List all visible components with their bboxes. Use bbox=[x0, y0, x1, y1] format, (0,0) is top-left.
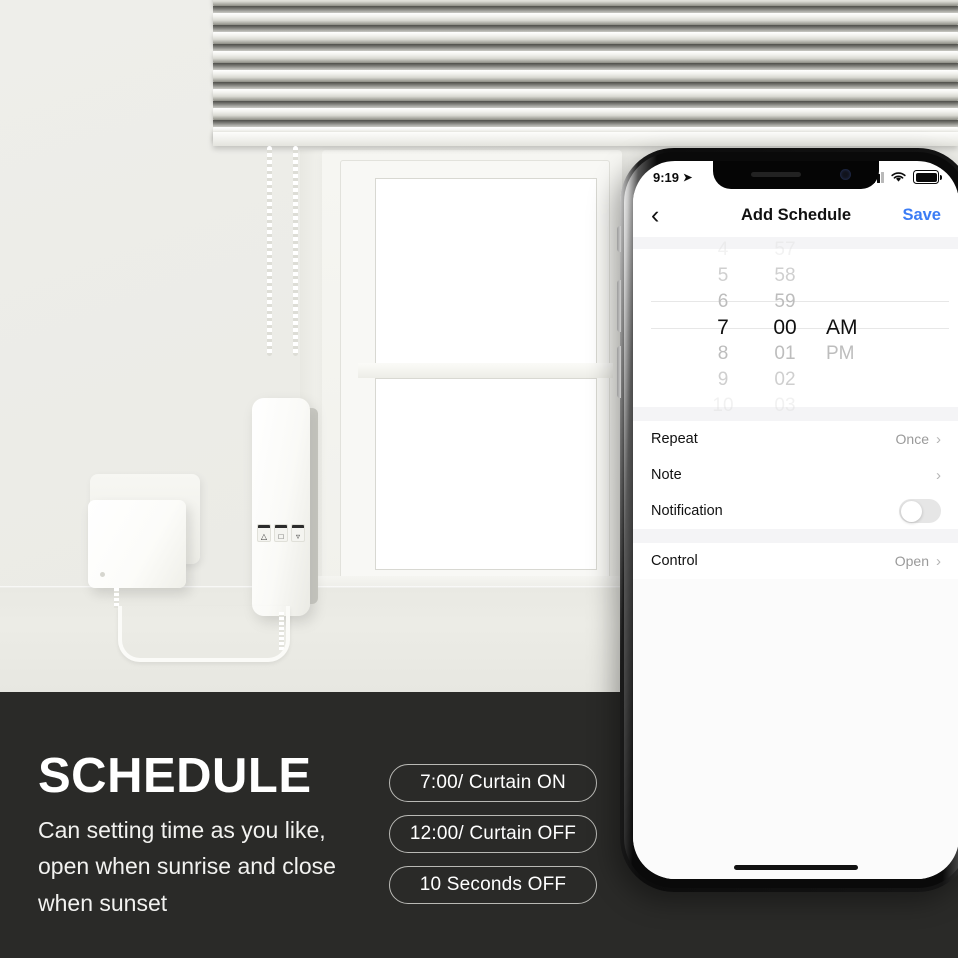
window-pane-lower bbox=[375, 378, 597, 570]
adapter-cord-strain-relief bbox=[114, 588, 119, 608]
power-cable bbox=[118, 606, 290, 662]
meridiem-selected: AM bbox=[826, 316, 858, 339]
minute-selected: 00 bbox=[773, 316, 797, 339]
meridiem-wheel[interactable]: AM PM bbox=[816, 237, 900, 419]
schedule-pill: 7:00/ Curtain ON bbox=[389, 764, 597, 802]
section-gap bbox=[633, 529, 958, 543]
row-label: Note bbox=[651, 467, 682, 483]
banner-subcopy: Can setting time as you like, open when … bbox=[38, 817, 336, 916]
minute-option: 57 bbox=[774, 239, 796, 260]
navigation-bar: ‹ Add Schedule Save bbox=[633, 193, 958, 237]
location-arrow-icon: ➤ bbox=[683, 171, 693, 184]
row-label: Notification bbox=[651, 503, 723, 519]
blind-pull-cord bbox=[267, 146, 272, 356]
smart-curtain-motor bbox=[252, 398, 310, 616]
battery-full-icon bbox=[913, 170, 942, 184]
chevron-right-icon: › bbox=[936, 466, 941, 484]
chevron-right-icon: › bbox=[936, 430, 941, 448]
chevron-right-icon: › bbox=[936, 552, 941, 570]
settings-list: Repeat Once › Note › Notification bbox=[633, 421, 958, 529]
schedule-pill: 10 Seconds OFF bbox=[389, 866, 597, 904]
venetian-blinds bbox=[213, 0, 958, 154]
hour-option: 6 bbox=[717, 291, 729, 312]
hour-option: 8 bbox=[717, 343, 729, 364]
status-time-group: 9:19 ➤ bbox=[653, 170, 692, 185]
earpiece-speaker bbox=[751, 172, 801, 177]
row-note[interactable]: Note › bbox=[633, 457, 958, 493]
volume-up-button[interactable] bbox=[617, 280, 621, 332]
row-notification[interactable]: Notification bbox=[633, 493, 958, 529]
motor-stop-button: □ bbox=[274, 524, 288, 542]
banner-headline: SCHEDULE bbox=[38, 749, 312, 803]
schedule-pill: 12:00/ Curtain OFF bbox=[389, 815, 597, 853]
adapter-led-indicator bbox=[100, 572, 105, 577]
wifi-icon bbox=[891, 172, 906, 182]
promo-image: △ □ ▿ SCHEDULE Can setting time as you l… bbox=[0, 0, 958, 958]
row-repeat[interactable]: Repeat Once › bbox=[633, 421, 958, 457]
blind-bottom-rail bbox=[213, 132, 958, 146]
row-label: Repeat bbox=[651, 431, 698, 447]
phone-screen: 9:19 ➤ ‹ Add Schedule Save 4 5 6 7 8 9 1… bbox=[633, 161, 958, 879]
hour-option: 5 bbox=[717, 265, 729, 286]
motor-button-group: △ □ ▿ bbox=[257, 524, 305, 542]
volume-down-button[interactable] bbox=[617, 346, 621, 398]
minute-option: 01 bbox=[774, 343, 796, 364]
row-control[interactable]: Control Open › bbox=[633, 543, 958, 579]
status-time: 9:19 bbox=[653, 169, 680, 185]
control-list: Control Open › bbox=[633, 543, 958, 579]
minute-option: 03 bbox=[774, 395, 796, 416]
silent-switch[interactable] bbox=[617, 226, 621, 252]
window-pane-upper bbox=[375, 178, 597, 365]
motor-open-button: △ bbox=[257, 524, 271, 542]
hour-option: 10 bbox=[712, 395, 734, 416]
back-chevron-icon[interactable]: ‹ bbox=[651, 202, 659, 228]
time-picker[interactable]: 4 5 6 7 8 9 10 57 58 59 00 01 02 03 AM P… bbox=[633, 239, 958, 416]
minute-option: 02 bbox=[774, 369, 796, 390]
window-sill bbox=[0, 588, 640, 692]
hour-option: 9 bbox=[717, 369, 729, 390]
hour-selected: 7 bbox=[717, 316, 729, 339]
window-mullion bbox=[358, 363, 613, 378]
notification-toggle[interactable] bbox=[899, 499, 941, 523]
empty-content-area bbox=[633, 579, 958, 879]
minute-option: 58 bbox=[774, 265, 796, 286]
minute-option: 59 bbox=[774, 291, 796, 312]
phone-mockup: 9:19 ➤ ‹ Add Schedule Save 4 5 6 7 8 9 1… bbox=[617, 148, 958, 892]
blind-pull-cord bbox=[293, 146, 298, 356]
save-button[interactable]: Save bbox=[902, 206, 941, 225]
meridiem-option: PM bbox=[826, 343, 855, 364]
row-value: Open bbox=[894, 553, 929, 569]
home-indicator[interactable] bbox=[734, 865, 858, 870]
schedule-pill-list: 7:00/ Curtain ON 12:00/ Curtain OFF 10 S… bbox=[389, 764, 601, 917]
row-value: Once bbox=[895, 431, 929, 447]
front-camera-icon bbox=[840, 169, 851, 180]
hour-wheel[interactable]: 4 5 6 7 8 9 10 bbox=[692, 237, 754, 419]
hour-option: 4 bbox=[717, 239, 729, 260]
minute-wheel[interactable]: 57 58 59 00 01 02 03 bbox=[754, 237, 816, 419]
motor-close-button: ▿ bbox=[291, 524, 305, 542]
phone-notch bbox=[713, 161, 879, 189]
row-label: Control bbox=[651, 553, 698, 569]
